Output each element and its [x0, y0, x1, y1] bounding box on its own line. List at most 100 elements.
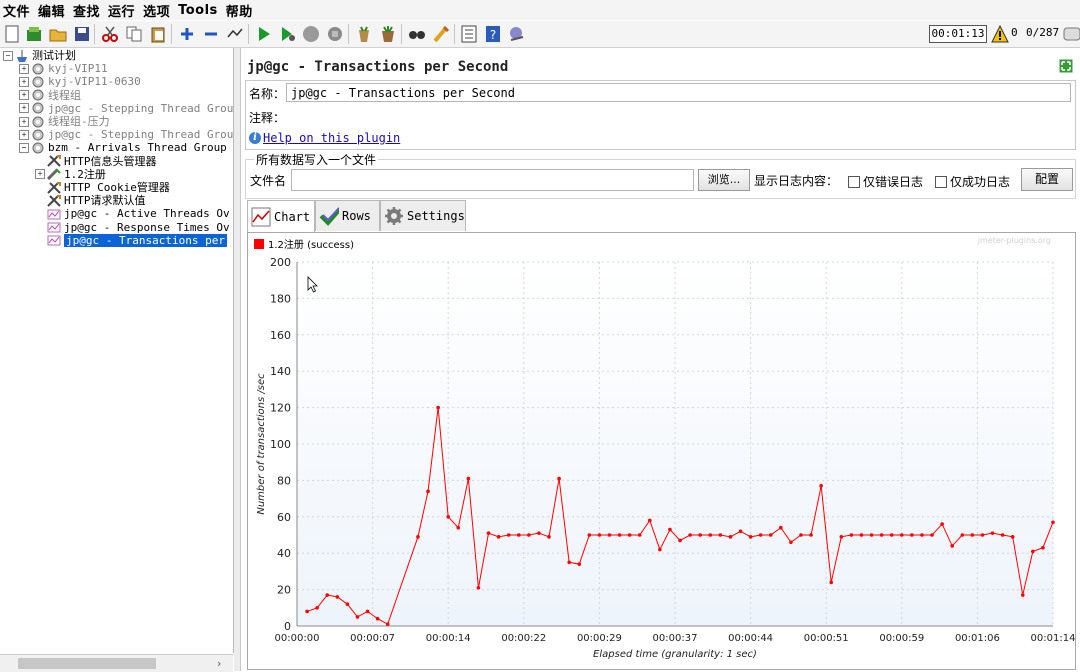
- data-point: [900, 533, 904, 537]
- success-only-checkbox[interactable]: 仅成功日志: [935, 173, 1010, 190]
- tps-chart: 0 20 40 60 80 100 120 140 160 180 200 00:00:00 00:00…: [254, 236, 1075, 660]
- collapse-node-icon[interactable]: −: [3, 50, 13, 61]
- function-helper-icon[interactable]: [460, 25, 478, 43]
- data-point: [728, 535, 733, 539]
- data-point: [668, 527, 672, 532]
- tree-node[interactable]: jp@gc - Response Times Ov: [35, 221, 230, 234]
- data-point: [496, 535, 501, 539]
- tree-node[interactable]: + 线程组-压力: [19, 115, 110, 128]
- tree-node[interactable]: + jp@gc - Stepping Thread Grou: [19, 128, 233, 141]
- maximize-icon[interactable]: [1059, 59, 1073, 73]
- run-status-icon: [1063, 25, 1080, 43]
- data-point: [678, 538, 682, 543]
- tree-node[interactable]: jp@gc - Transactions per: [35, 233, 227, 247]
- expand-node-icon[interactable]: +: [19, 76, 29, 87]
- menu-item[interactable]: 编辑: [35, 1, 70, 20]
- tree-node[interactable]: + kyj-VIP11: [19, 62, 108, 75]
- open-icon[interactable]: [49, 25, 67, 43]
- tree-node[interactable]: HTTP信息头管理器: [35, 155, 157, 168]
- data-point: [889, 533, 894, 537]
- toggle-icon[interactable]: [226, 25, 244, 43]
- data-point: [375, 616, 380, 621]
- remote-icon[interactable]: [508, 25, 526, 43]
- search-icon[interactable]: [408, 25, 426, 43]
- panel-splitter[interactable]: [234, 48, 241, 671]
- data-point: [718, 533, 723, 537]
- configure-button[interactable]: 配置: [1021, 168, 1073, 191]
- collapse-icon[interactable]: [202, 25, 220, 43]
- tree-node[interactable]: HTTP Cookie管理器: [35, 181, 170, 194]
- filename-input[interactable]: [291, 169, 694, 191]
- expand-icon[interactable]: [178, 25, 196, 43]
- help-plugin-link[interactable]: Help on this plugin: [263, 131, 400, 145]
- tree-node[interactable]: + 线程组: [19, 89, 81, 102]
- warning-icon[interactable]: [991, 24, 1009, 43]
- expand-node-icon[interactable]: +: [19, 116, 29, 127]
- watermark: jmeter-plugins.org: [977, 236, 1051, 245]
- data-point: [768, 533, 773, 537]
- legend-swatch: [254, 239, 264, 249]
- tree-node-label: jp@gc - Stepping Thread Grou: [48, 128, 234, 142]
- shutdown-icon[interactable]: [326, 25, 344, 43]
- tab-chart[interactable]: Chart: [247, 200, 315, 232]
- menu-item[interactable]: 选项: [140, 1, 175, 20]
- tree-node[interactable]: + jp@gc - Stepping Thread Grou: [19, 102, 233, 115]
- expand-node-icon[interactable]: +: [35, 169, 45, 180]
- tree-node[interactable]: HTTP请求默认值: [35, 194, 146, 207]
- data-point: [789, 540, 793, 545]
- help-icon[interactable]: ?: [484, 25, 502, 43]
- data-point: [345, 602, 350, 606]
- checkbox-box[interactable]: [935, 175, 947, 188]
- templates-icon[interactable]: [25, 25, 43, 43]
- menu-item[interactable]: 帮助: [223, 1, 258, 20]
- collapse-node-icon[interactable]: −: [19, 142, 29, 153]
- save-icon[interactable]: [73, 25, 91, 43]
- tree-node[interactable]: + kyj-VIP11-0630: [19, 75, 141, 88]
- copy-icon[interactable]: [125, 25, 143, 43]
- clear-all-icon[interactable]: [379, 25, 397, 43]
- browse-button[interactable]: 浏览...: [698, 169, 750, 191]
- tree-node[interactable]: jp@gc - Active Threads Ov: [35, 207, 230, 220]
- expand-node-icon[interactable]: +: [19, 63, 29, 74]
- errors-only-checkbox[interactable]: 仅错误日志: [848, 173, 923, 190]
- data-point: [446, 515, 450, 519]
- menu-item[interactable]: 文件: [0, 1, 35, 20]
- scrollbar-thumb[interactable]: [18, 658, 156, 669]
- data-point: [1051, 520, 1055, 525]
- checkbox-box[interactable]: [848, 175, 860, 188]
- menu-item[interactable]: 查找: [70, 1, 105, 20]
- tab-settings[interactable]: Settings: [380, 200, 466, 231]
- name-field[interactable]: jp@gc - Transactions per Second: [286, 83, 1071, 102]
- tree-node[interactable]: − bzm - Arrivals Thread Group: [19, 141, 227, 154]
- data-point: [577, 562, 582, 566]
- reset-search-icon[interactable]: [432, 25, 450, 43]
- data-point: [1031, 549, 1035, 554]
- new-icon[interactable]: [3, 25, 21, 43]
- data-point: [940, 522, 944, 526]
- expand-node-icon[interactable]: +: [19, 90, 29, 101]
- test-plan-tree: − 测试计划 + kyj-VIP11 + kyj-VIP11-0630 + 线程组 + jp@gc…: [0, 48, 234, 653]
- scroll-right-icon[interactable]: ›: [217, 657, 221, 670]
- cut-icon[interactable]: [101, 25, 119, 43]
- expand-node-icon[interactable]: +: [19, 129, 29, 140]
- clear-icon[interactable]: [355, 25, 373, 43]
- menu-item[interactable]: Tools: [175, 3, 223, 18]
- tree-horizontal-scrollbar[interactable]: ›: [0, 654, 233, 672]
- tab-rows[interactable]: Rows: [315, 200, 380, 231]
- paste-icon[interactable]: [149, 25, 167, 43]
- data-point: [315, 606, 319, 610]
- y-tick-label: 200: [270, 256, 291, 269]
- data-point: [537, 531, 541, 535]
- menu-item[interactable]: 运行: [105, 1, 140, 20]
- stop-icon[interactable]: [302, 25, 320, 43]
- start-icon[interactable]: [255, 25, 273, 43]
- x-tick-label: 00:01:06: [955, 633, 1000, 644]
- config-element-icon: [47, 194, 61, 207]
- y-tick-label: 20: [277, 584, 291, 597]
- tree-node[interactable]: − 测试计划: [3, 49, 76, 62]
- start-no-pause-icon[interactable]: [279, 25, 297, 43]
- help-link-row[interactable]: i Help on this plugin: [249, 131, 400, 145]
- data-point: [930, 533, 934, 537]
- tree-node[interactable]: +1.2注册: [35, 168, 106, 181]
- expand-node-icon[interactable]: +: [19, 103, 29, 114]
